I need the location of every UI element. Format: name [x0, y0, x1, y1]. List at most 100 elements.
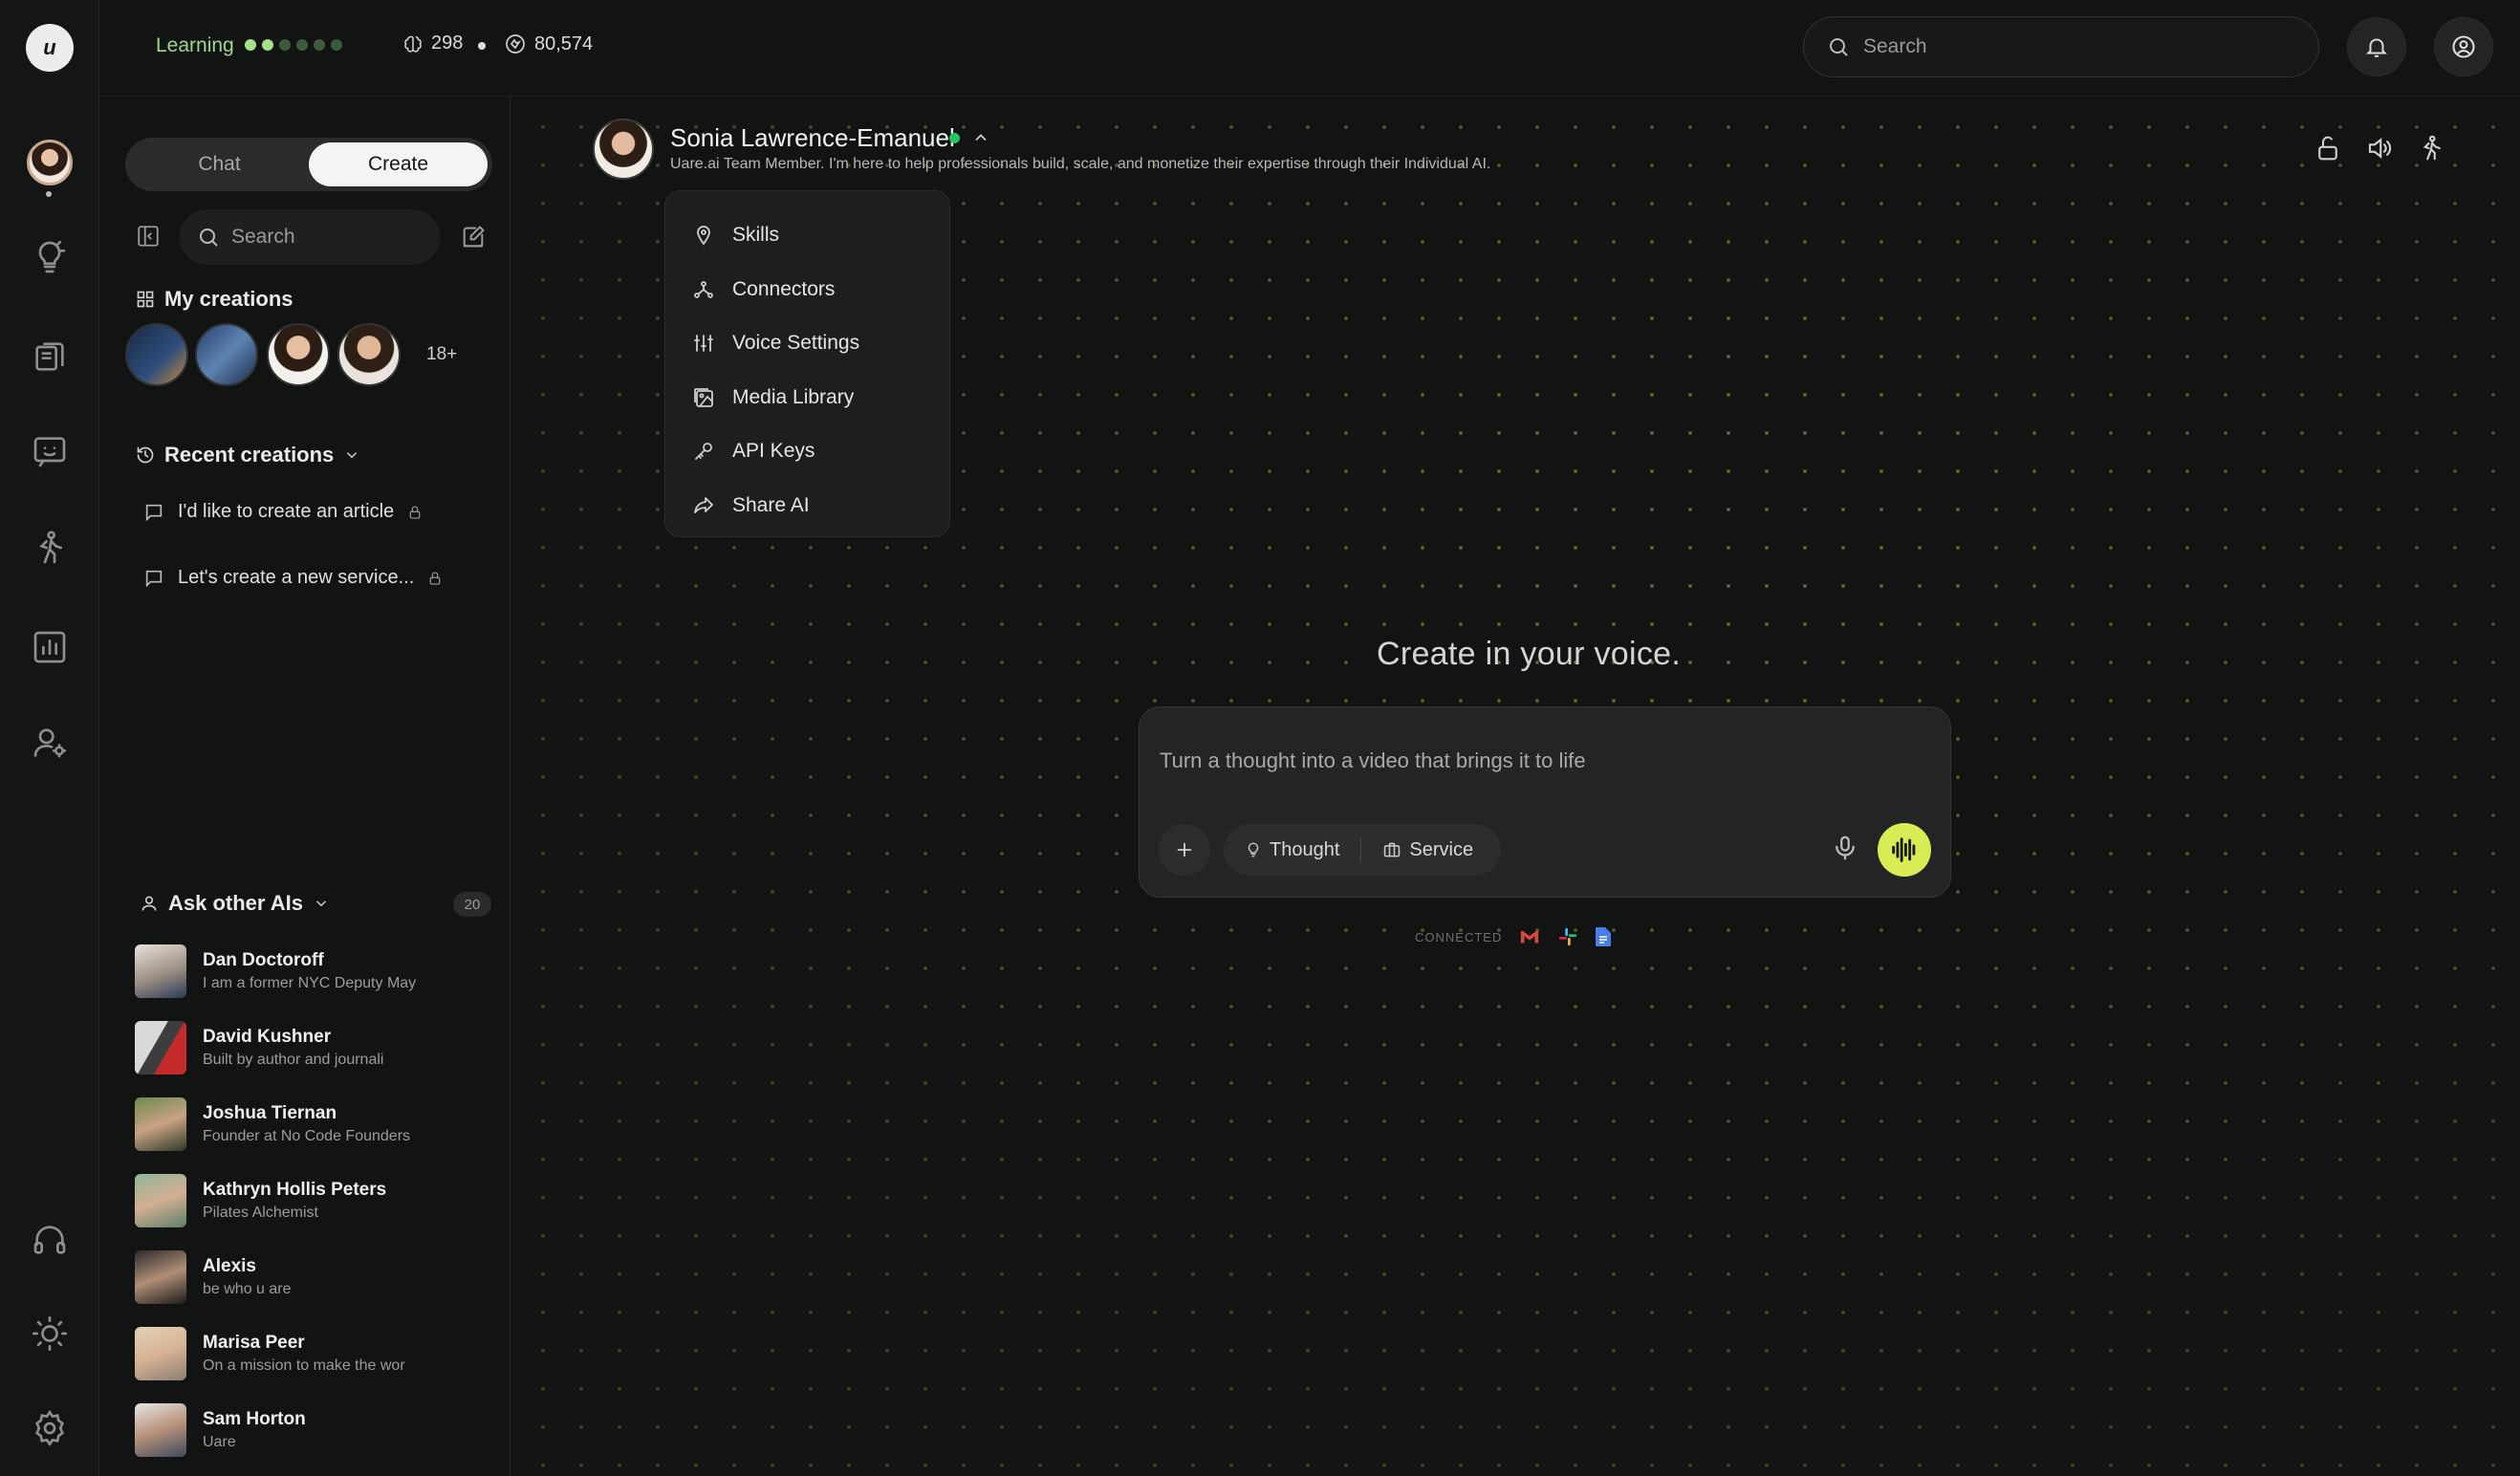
mode-toggle: Chat Create [125, 138, 492, 191]
current-ai-avatar[interactable] [27, 140, 73, 185]
collapse-sidebar-icon[interactable] [136, 224, 161, 249]
library-icon[interactable] [31, 337, 69, 376]
unlock-icon[interactable] [2314, 134, 2346, 166]
user-settings-icon[interactable] [31, 724, 69, 762]
message-icon [143, 502, 164, 523]
slack-icon[interactable] [1557, 926, 1578, 947]
menu-item-label: Voice Settings [732, 332, 860, 355]
menu-item-connectors[interactable]: Connectors [665, 263, 949, 317]
ai-list-item[interactable]: Dan Doctoroff I am a former NYC Deputy Ma… [135, 941, 498, 1002]
user-circle-icon [2450, 33, 2477, 60]
menu-item-voice-settings[interactable]: Voice Settings [665, 316, 949, 371]
avatar [135, 1097, 186, 1151]
panel-search-input[interactable]: Search [231, 226, 295, 249]
creation-thumbnail[interactable] [337, 323, 401, 386]
ai-list-item[interactable]: Kathryn Hollis Peters Pilates Alchemist [135, 1170, 498, 1231]
lock-icon [427, 571, 443, 586]
avatar [135, 1174, 186, 1227]
notifications-button[interactable] [2347, 17, 2406, 76]
speaker-icon[interactable] [2365, 134, 2398, 166]
creation-thumbnail[interactable] [195, 323, 258, 386]
menu-item-media-library[interactable]: Media Library [665, 371, 949, 425]
voice-mode-button[interactable] [1878, 823, 1931, 877]
progress-dot [245, 39, 256, 51]
ai-count-badge: 20 [453, 892, 491, 917]
lightbulb-icon[interactable] [31, 238, 69, 276]
agent-subtitle: Uare.ai Team Member. I'm here to help pr… [670, 156, 1491, 172]
ai-name: Dan Doctoroff [203, 950, 324, 970]
new-creation-icon[interactable] [460, 224, 487, 250]
menu-item-label: Connectors [732, 277, 836, 300]
ai-description: Founder at No Code Founders [203, 1128, 411, 1144]
message-icon [143, 568, 164, 589]
brain-icon [402, 33, 424, 54]
grid-icon [136, 290, 155, 309]
ai-list-item[interactable]: Joshua Tiernan Founder at No Code Founder… [135, 1094, 498, 1155]
add-attachment-button[interactable] [1159, 824, 1210, 876]
bell-icon [2364, 34, 2389, 59]
walk-icon[interactable] [2417, 134, 2449, 166]
ai-name: David Kushner [203, 1027, 332, 1047]
avatar [135, 944, 186, 998]
settings-icon[interactable] [31, 1409, 69, 1447]
ai-description: Uare [203, 1434, 236, 1450]
progress-dot [314, 39, 325, 51]
learning-progress [245, 39, 342, 51]
menu-item-api-keys[interactable]: API Keys [665, 424, 949, 479]
panel-search[interactable]: Search [180, 209, 440, 265]
headphones-icon[interactable] [31, 1221, 69, 1259]
ai-list-item[interactable]: Marisa Peer On a mission to make the wor [135, 1323, 498, 1384]
agent-name[interactable]: Sonia Lawrence-Emanuel [670, 123, 955, 153]
ai-list-item[interactable]: David Kushner Built by author and journal… [135, 1017, 498, 1078]
recent-creations-header[interactable]: Recent creations [136, 443, 360, 467]
google-docs-icon[interactable] [1596, 927, 1612, 946]
walk-icon[interactable] [31, 529, 69, 567]
microphone-icon[interactable] [1831, 834, 1859, 862]
agent-avatar[interactable] [593, 119, 654, 180]
menu-item-label: Skills [732, 224, 780, 247]
ai-description: On a mission to make the wor [203, 1357, 405, 1374]
chevron-up-icon[interactable] [971, 128, 990, 147]
theme-icon[interactable] [31, 1314, 69, 1353]
ai-description: Built by author and journali [203, 1052, 384, 1068]
tab-chat[interactable]: Chat [130, 142, 309, 186]
ai-list-item[interactable]: Alexis be who u are [135, 1247, 498, 1308]
gmail-icon[interactable] [1519, 928, 1540, 945]
progress-dot [331, 39, 342, 51]
service-chip[interactable]: Service [1361, 839, 1494, 861]
prompt-input[interactable]: Turn a thought into a video that brings … [1160, 749, 1586, 773]
menu-item-share-ai[interactable]: Share AI [665, 479, 949, 533]
avatar [135, 1250, 186, 1304]
ai-description: I am a former NYC Deputy May [203, 975, 417, 991]
composer-headline: Create in your voice. [1377, 636, 1682, 672]
skills-icon [692, 224, 715, 247]
creation-thumbnail[interactable] [125, 323, 188, 386]
ai-name: Sam Horton [203, 1409, 306, 1429]
menu-item-label: API Keys [732, 440, 815, 463]
creation-thumbnail[interactable] [267, 323, 330, 386]
history-icon [136, 445, 155, 465]
ai-description: be who u are [203, 1281, 292, 1297]
key-icon [692, 440, 715, 463]
search-icon [1827, 35, 1850, 58]
chevron-down-icon [313, 895, 330, 912]
learning-label: Learning [156, 34, 234, 56]
thought-chip[interactable]: Thought [1224, 839, 1360, 861]
chat-icon[interactable] [31, 432, 69, 470]
ask-other-ais-header[interactable]: Ask other AIs [140, 891, 330, 916]
ai-name: Kathryn Hollis Peters [203, 1180, 387, 1200]
ai-list-item[interactable]: Sam Horton Uare [135, 1400, 498, 1461]
app-logo[interactable]: u [26, 24, 74, 72]
avatar [135, 1021, 186, 1074]
global-search[interactable]: Search [1803, 16, 2319, 77]
analytics-icon[interactable] [31, 628, 69, 666]
search-input[interactable]: Search [1863, 35, 1927, 58]
online-status-dot [949, 133, 960, 143]
menu-item-skills[interactable]: Skills [665, 208, 949, 263]
account-button[interactable] [2434, 17, 2493, 76]
creations-more-count[interactable]: 18+ [426, 344, 457, 365]
knowledge-count: 298 [431, 33, 464, 54]
tab-create[interactable]: Create [309, 142, 488, 186]
recent-creation-item[interactable]: Let's create a new service... [143, 567, 443, 589]
recent-creation-item[interactable]: I'd like to create an article [143, 501, 423, 523]
